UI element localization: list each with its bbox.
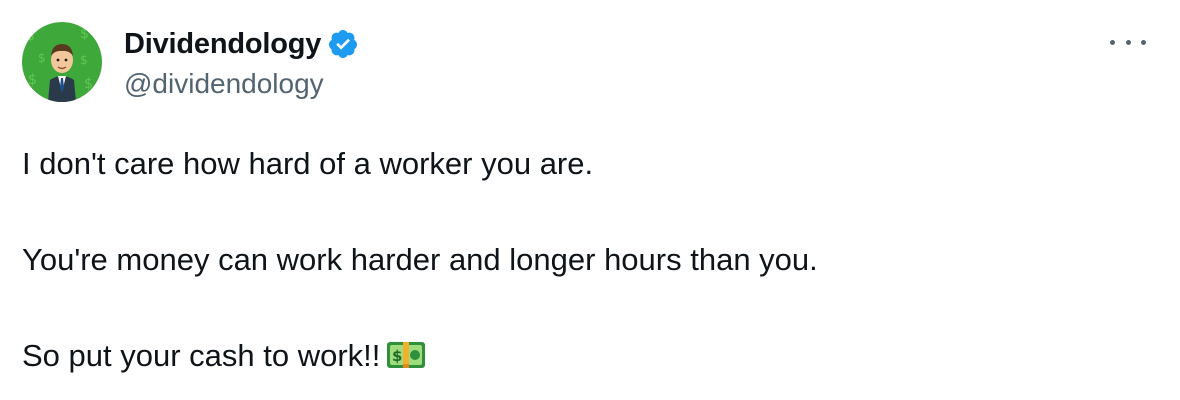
svg-text:$: $ — [28, 72, 37, 88]
avatar[interactable]: $ $ $ $ $ $ — [22, 22, 102, 102]
more-dot — [1110, 39, 1115, 45]
tweet-line: You're money can work harder and longer … — [22, 242, 818, 277]
tweet-text: I don't care how hard of a worker you ar… — [22, 140, 1142, 380]
tweet-line: I don't care how hard of a worker you ar… — [22, 146, 594, 181]
author-name-row: Dividendology — [124, 26, 359, 62]
svg-text:$: $ — [84, 76, 93, 92]
more-options-icon[interactable] — [1110, 30, 1146, 54]
svg-text:$: $ — [392, 347, 402, 365]
verified-badge-icon — [327, 28, 359, 60]
more-dot — [1125, 39, 1131, 45]
businessman-avatar-icon: $ $ $ $ $ $ — [22, 22, 102, 102]
svg-text:$: $ — [80, 26, 89, 42]
more-dot — [1141, 39, 1146, 45]
svg-text:$: $ — [80, 53, 88, 67]
svg-text:$: $ — [38, 51, 46, 65]
dollar-banknote-icon: $ — [386, 338, 426, 372]
author-display-name[interactable]: Dividendology — [124, 28, 321, 61]
author-handle[interactable]: @dividendology — [124, 68, 324, 100]
tweet-line-last: So put your cash to work!! $ — [22, 332, 1142, 380]
svg-text:$: $ — [26, 28, 35, 44]
tweet-card: $ $ $ $ $ $ Dividendology @dividendology… — [0, 0, 1180, 400]
tweet-line: So put your cash to work!! — [22, 338, 381, 373]
